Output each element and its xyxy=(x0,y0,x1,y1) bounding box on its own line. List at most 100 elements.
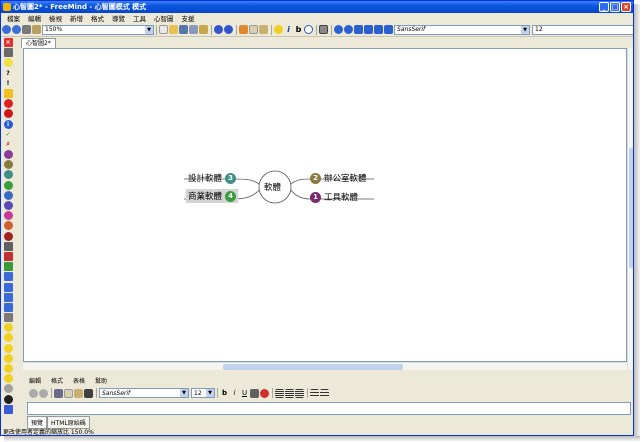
maximize-button[interactable]: □ xyxy=(610,2,620,12)
tab-preview[interactable]: 預覽 xyxy=(27,416,48,429)
forward-icon[interactable] xyxy=(12,25,21,34)
priority-7-icon[interactable] xyxy=(3,211,13,221)
vertical-scrollbar[interactable] xyxy=(627,48,633,370)
node-tool-software[interactable]: 1 工具軟體 xyxy=(310,191,358,203)
bold-icon[interactable]: b xyxy=(294,25,303,34)
bold-button[interactable]: b xyxy=(220,389,229,398)
numbered-list-icon[interactable] xyxy=(320,388,329,398)
add-node-icon[interactable] xyxy=(354,25,363,34)
editor-menu-table[interactable]: 表格 xyxy=(73,376,85,385)
align-left-icon[interactable] xyxy=(275,388,284,398)
tab-html-source[interactable]: HTML原始碼 xyxy=(47,416,90,429)
remove-node-icon[interactable] xyxy=(364,25,373,34)
priority-6-icon[interactable] xyxy=(3,201,13,210)
editor-font-select[interactable]: SansSerif ▼ xyxy=(99,388,189,398)
flag-icon[interactable] xyxy=(3,251,13,261)
bullet-list-icon[interactable] xyxy=(310,388,319,398)
cloud-icon[interactable] xyxy=(319,25,328,34)
menu-insert[interactable]: 新增 xyxy=(66,13,87,23)
arrow-up-icon[interactable] xyxy=(3,292,13,302)
copy-icon[interactable] xyxy=(64,388,73,398)
editor-menu-format[interactable]: 格式 xyxy=(51,376,63,385)
question-icon[interactable]: ? xyxy=(4,69,13,78)
bulb-icon[interactable] xyxy=(3,58,13,68)
priority-8-icon[interactable] xyxy=(3,221,13,231)
tab-mindmap2[interactable]: 心智圖2* xyxy=(21,38,56,48)
horizontal-scrollbar[interactable] xyxy=(23,362,627,370)
navigate-left-icon[interactable] xyxy=(334,25,343,34)
save-as-icon[interactable] xyxy=(189,25,198,34)
menu-format[interactable]: 格式 xyxy=(87,13,108,23)
navigate-right-icon[interactable] xyxy=(344,25,353,34)
arrow-right-icon[interactable] xyxy=(3,282,13,292)
back-icon[interactable] xyxy=(2,25,11,34)
priority-4-icon[interactable] xyxy=(3,180,13,190)
node-design-software[interactable]: 設計軟體 3 xyxy=(188,172,237,184)
close-button[interactable]: × xyxy=(621,2,631,12)
redo-icon[interactable] xyxy=(39,388,48,398)
zoom-select[interactable]: 150% ▼ xyxy=(42,24,154,35)
filter-icon[interactable] xyxy=(32,25,41,34)
undo-icon[interactable] xyxy=(29,388,38,398)
paste-icon[interactable] xyxy=(259,25,268,34)
menu-navigate[interactable]: 導覽 xyxy=(108,13,129,23)
editor-size-select[interactable]: 12 ▼ xyxy=(191,388,215,398)
print-icon[interactable] xyxy=(22,25,31,34)
smiley-angry-icon[interactable] xyxy=(3,353,13,363)
arrow-down-icon[interactable] xyxy=(3,302,13,312)
copy-icon[interactable] xyxy=(249,25,258,34)
stop-icon[interactable] xyxy=(3,99,13,109)
trash-icon[interactable] xyxy=(3,48,13,58)
note-text-area[interactable] xyxy=(27,402,631,415)
smiley-sad-icon[interactable] xyxy=(3,343,13,353)
close-map-icon[interactable] xyxy=(199,25,208,34)
arrow-left-icon[interactable] xyxy=(3,272,13,282)
vertical-scroll-thumb[interactable] xyxy=(629,148,633,268)
node-office-software[interactable]: 2 辦公室軟體 xyxy=(310,172,367,184)
smiley-happy-icon[interactable] xyxy=(3,323,13,333)
clear-format-icon[interactable] xyxy=(260,388,269,398)
priority-5-icon[interactable] xyxy=(3,190,13,200)
menu-view[interactable]: 檢視 xyxy=(45,13,66,23)
folder-icon[interactable] xyxy=(3,404,13,414)
cut-icon[interactable] xyxy=(239,25,248,34)
italic-icon[interactable]: i xyxy=(284,25,293,34)
menu-file[interactable]: 檔案 xyxy=(3,13,24,23)
pencil-icon[interactable] xyxy=(3,313,13,323)
new-icon[interactable] xyxy=(159,25,168,34)
calendar-icon[interactable] xyxy=(3,241,13,251)
align-right-icon[interactable] xyxy=(295,388,304,398)
font-size-select[interactable]: 12 ▼ xyxy=(532,24,633,35)
root-node[interactable]: 軟體 xyxy=(264,181,281,193)
cross-icon[interactable]: ✗ xyxy=(4,140,13,149)
menu-tools[interactable]: 工具 xyxy=(129,13,150,23)
gear-icon[interactable] xyxy=(3,384,13,394)
minimize-button[interactable]: _ xyxy=(599,2,609,12)
menu-help[interactable]: 支援 xyxy=(178,13,199,23)
horizontal-scroll-thumb[interactable] xyxy=(223,364,403,370)
font-family-select[interactable]: SansSerif ▼ xyxy=(394,24,530,35)
undo-icon[interactable] xyxy=(214,25,223,34)
node-business-software[interactable]: 商業軟體 4 xyxy=(186,189,239,203)
italic-button[interactable]: i xyxy=(230,389,239,398)
no-entry-icon[interactable] xyxy=(3,109,13,119)
smiley-surprised-icon[interactable] xyxy=(3,364,13,373)
priority-9-icon[interactable] xyxy=(3,231,13,241)
smiley-neutral-icon[interactable] xyxy=(3,333,13,343)
remove-icon-icon[interactable]: × xyxy=(3,38,13,47)
exclamation-icon[interactable]: ! xyxy=(4,79,13,88)
text-color-icon[interactable] xyxy=(250,388,259,398)
priority-1-icon[interactable] xyxy=(3,150,13,160)
underline-button[interactable]: U xyxy=(240,389,249,398)
priority-2-icon[interactable] xyxy=(3,160,13,170)
priority-3-icon[interactable] xyxy=(3,170,13,180)
warning-icon[interactable] xyxy=(3,88,13,98)
bomb-icon[interactable] xyxy=(3,394,13,404)
checkmark-icon[interactable]: ✓ xyxy=(4,130,13,139)
collapse-icon[interactable] xyxy=(384,25,393,34)
find-icon[interactable] xyxy=(84,388,93,398)
align-center-icon[interactable] xyxy=(285,388,294,398)
cut-icon[interactable] xyxy=(54,388,63,398)
editor-menu-help[interactable]: 幫助 xyxy=(95,376,107,385)
info-icon[interactable]: i xyxy=(3,119,13,129)
